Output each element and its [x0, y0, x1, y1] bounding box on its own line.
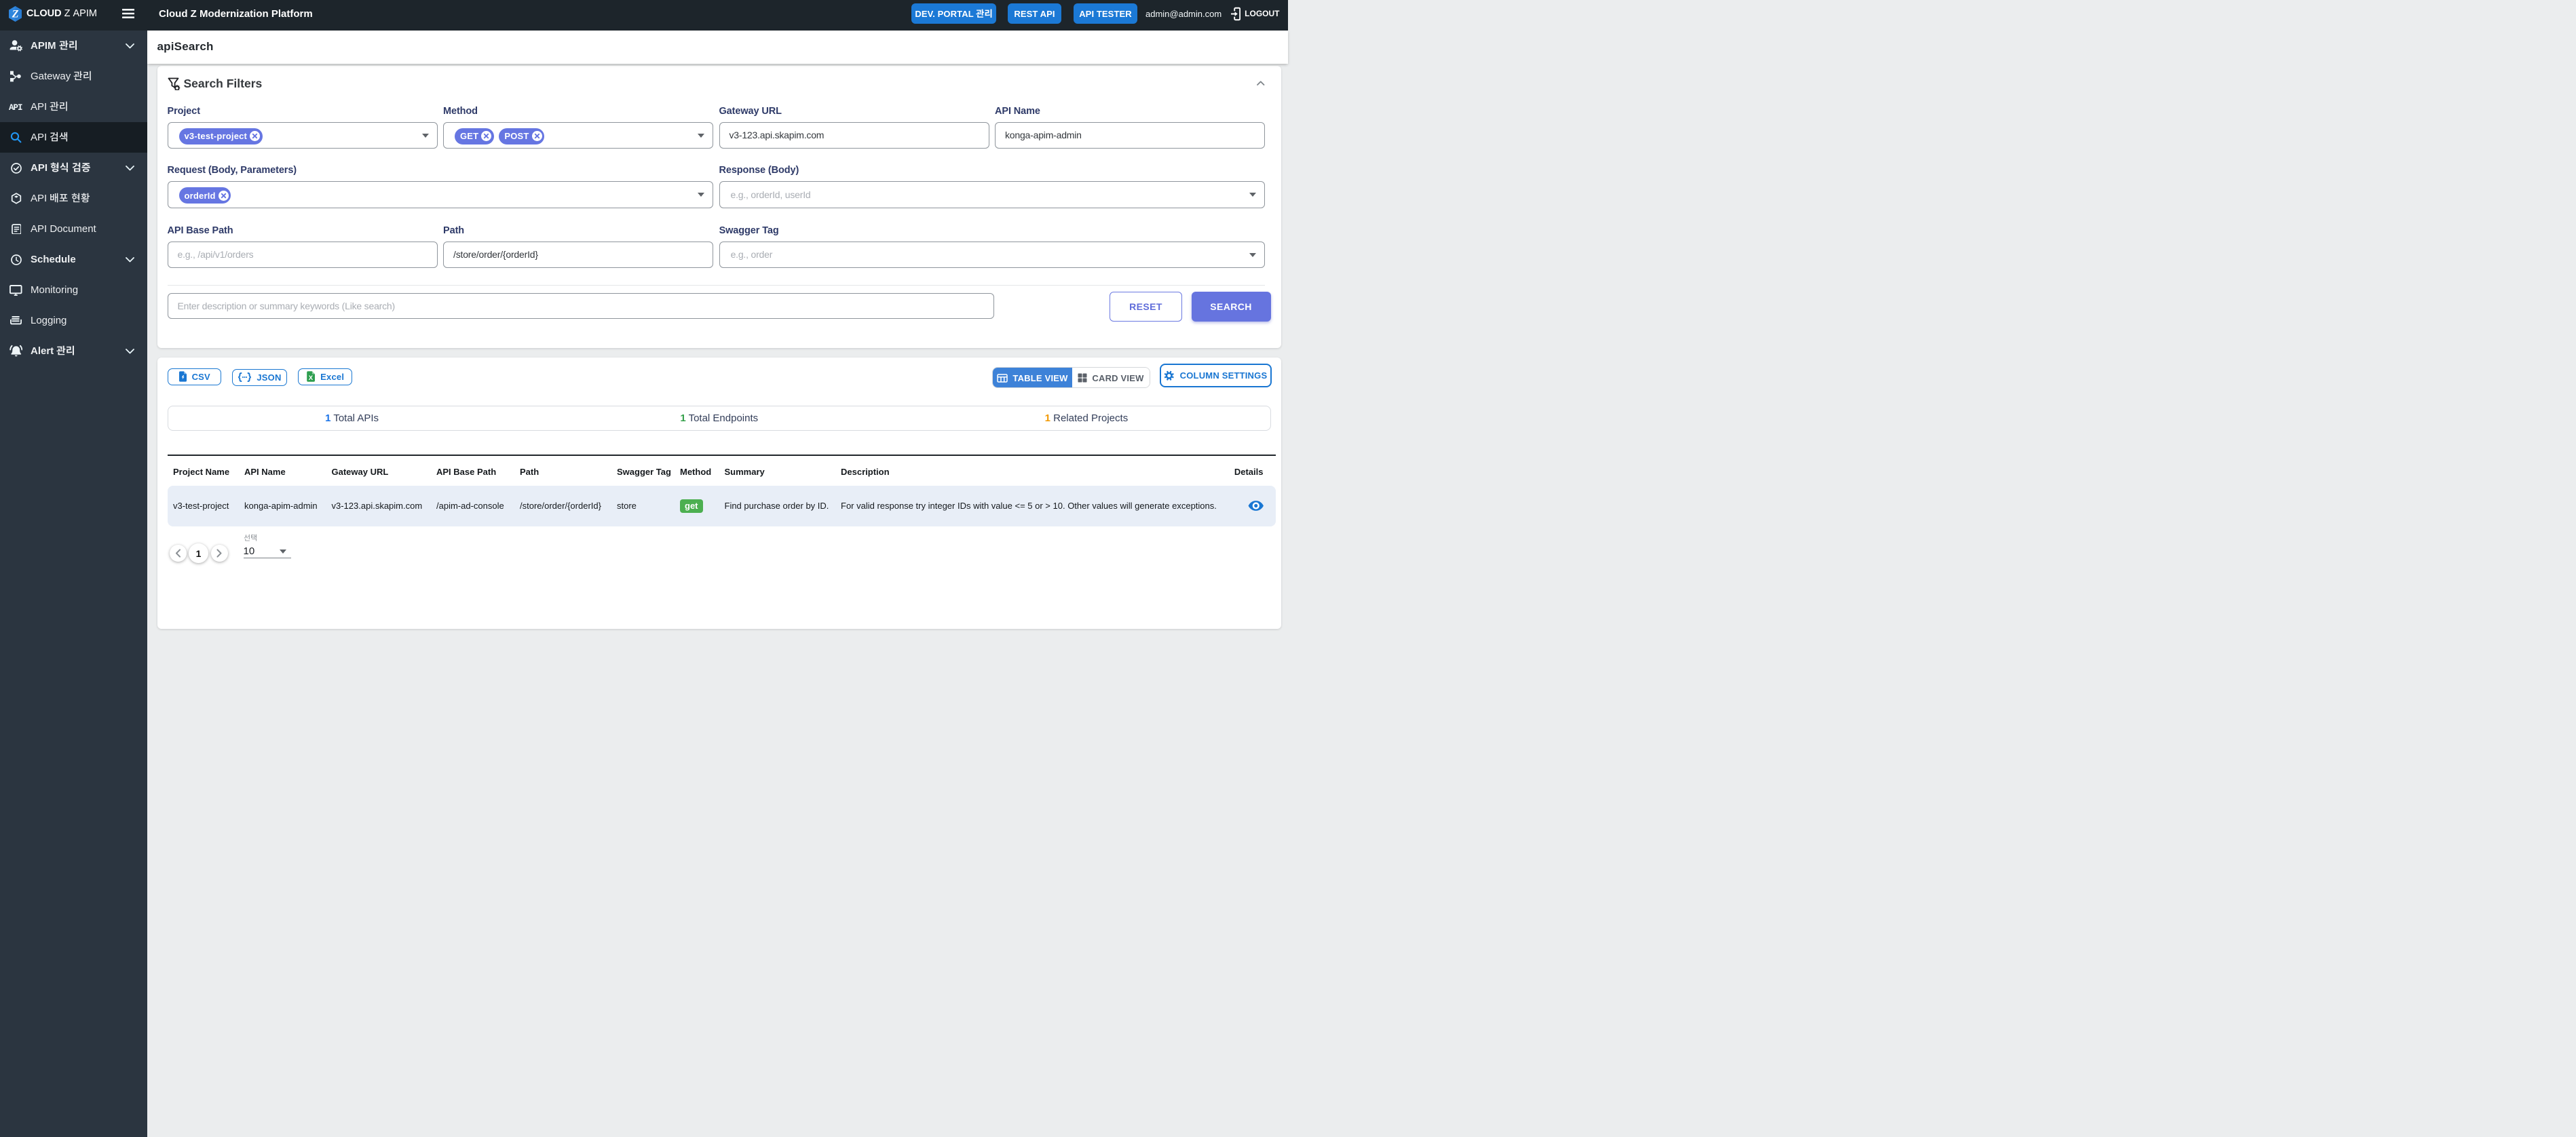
svg-text:API: API — [9, 103, 22, 111]
svg-text:X: X — [309, 374, 314, 382]
svg-text:Z: Z — [12, 8, 19, 20]
